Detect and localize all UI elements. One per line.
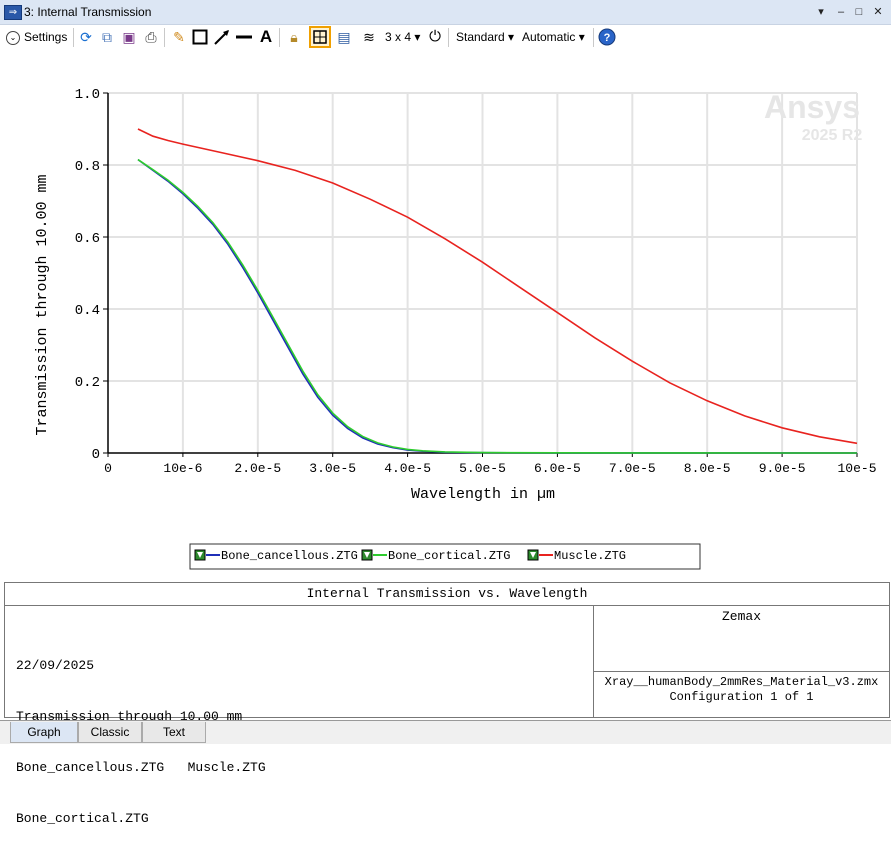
x-tick-label: 5.0e-5 <box>459 461 506 476</box>
grid <box>108 92 858 453</box>
info-config: Configuration 1 of 1 <box>669 690 814 704</box>
watermark-brand: Ansys <box>764 89 860 125</box>
info-company: Zemax <box>721 609 761 624</box>
info-line3: Bone_cortical.ZTG <box>16 811 149 826</box>
watermark-version: 2025 R2 <box>802 127 863 144</box>
rectangle-icon[interactable] <box>191 27 209 47</box>
standard-label: Standard <box>456 30 505 44</box>
tab-graph[interactable]: Graph <box>10 722 78 743</box>
toolbar: ⌄ Settings ⟳ ⧉ ▣ ⎙ ✎ A 🔒︎ ▤ ≋ 3 x 4 ▾ ⏻ S… <box>0 25 891 50</box>
svg-text:?: ? <box>604 32 611 44</box>
window-icon[interactable]: ▤ <box>335 27 353 47</box>
automatic-label: Automatic <box>522 30 576 44</box>
window-titlebar: ⇒ 3: Internal Transmission ▾ – □ ✕ <box>0 0 891 25</box>
lock-icon[interactable]: 🔒︎ <box>285 27 303 47</box>
window-title: 3: Internal Transmission <box>24 5 152 19</box>
window-menu-icon[interactable]: ▾ <box>814 4 828 20</box>
series-line <box>137 128 858 445</box>
x-tick-label: 7.0e-5 <box>609 461 656 476</box>
maximize-button[interactable]: □ <box>852 4 866 20</box>
arrow-icon[interactable] <box>213 27 231 47</box>
info-date: 22/09/2025 <box>16 658 95 673</box>
info-header: Internal Transmission vs. Wavelength <box>5 583 889 606</box>
y-tick-label: 1.0 <box>75 87 100 103</box>
power-icon[interactable]: ⏻ <box>426 27 444 47</box>
copy-icon[interactable]: ⧉ <box>98 27 116 47</box>
line-icon[interactable] <box>235 27 253 47</box>
pencil-icon[interactable]: ✎ <box>170 27 188 47</box>
help-icon[interactable]: ? <box>598 27 616 47</box>
x-tick-label: 4.0e-5 <box>384 461 431 476</box>
y-axis-label: Transmission through 10.00 mm <box>34 174 51 435</box>
info-divider <box>594 671 889 672</box>
tab-classic[interactable]: Classic <box>78 722 142 743</box>
minimize-button[interactable]: – <box>834 4 848 20</box>
y-tick-label: 0.4 <box>75 303 100 319</box>
x-axis-label: Wavelength in µm <box>411 486 555 503</box>
info-file: Xray__humanBody_2mmRes_Material_v3.zmx <box>604 675 879 689</box>
legend-label: Muscle.ZTG <box>554 549 626 563</box>
settings-button[interactable]: ⌄ Settings <box>6 27 67 47</box>
series-line <box>137 158 857 454</box>
x-tick-label: 3.0e-5 <box>309 461 356 476</box>
toolbar-separator <box>279 28 280 47</box>
standard-dropdown[interactable]: Standard ▾ <box>456 27 514 47</box>
info-panel: Internal Transmission vs. Wavelength 22/… <box>4 582 890 826</box>
tab-text[interactable]: Text <box>142 722 206 743</box>
save-icon[interactable]: ▣ <box>120 27 138 47</box>
toolbar-separator <box>73 28 74 47</box>
refresh-icon[interactable]: ⟳ <box>77 27 95 47</box>
x-tick-label: 9.0e-5 <box>759 461 806 476</box>
legend-label: Bone_cancellous.ZTG <box>221 549 358 563</box>
series-line <box>137 158 857 454</box>
layout-label: 3 x 4 <box>385 30 412 44</box>
y-tick-label: 0.2 <box>75 375 100 391</box>
y-tick-label: 0 <box>92 447 100 463</box>
tick-labels: 0 0.2 0.4 0.6 0.8 1.0 0 10e-6 2.0e-5 3.0e-5 4.0e-5… <box>75 87 877 476</box>
text-annotation-icon[interactable]: A <box>257 27 275 47</box>
x-tick-label: 6.0e-5 <box>534 461 581 476</box>
settings-label: Settings <box>24 30 68 44</box>
toolbar-separator <box>448 28 449 47</box>
legend: Bone_cancellous.ZTG Bone_cortical.ZTG Musc… <box>189 543 701 570</box>
legend-label: Bone_cortical.ZTG <box>388 549 510 563</box>
print-icon[interactable]: ⎙ <box>142 27 160 47</box>
watermark: Ansys 2025 R2 <box>764 89 862 144</box>
transmission-chart: Ansys 2025 R2 0 0.2 0.4 0.6 0.8 1.0 0 10e-6 2.0e… <box>34 87 877 570</box>
chevron-down-icon: ⌄ <box>6 30 20 45</box>
x-tick-label: 0 <box>104 461 112 476</box>
fit-window-icon[interactable] <box>309 26 331 48</box>
y-tick-label: 0.8 <box>75 159 100 175</box>
toolbar-separator <box>593 28 594 47</box>
series <box>137 128 858 454</box>
close-button[interactable]: ✕ <box>871 4 885 20</box>
toolbar-separator <box>164 28 165 47</box>
layers-icon[interactable]: ≋ <box>360 27 378 47</box>
x-tick-label: 8.0e-5 <box>684 461 731 476</box>
automatic-dropdown[interactable]: Automatic ▾ <box>522 27 585 47</box>
y-tick-label: 0.6 <box>75 231 100 247</box>
view-tabs: Graph Classic Text <box>0 720 891 744</box>
chart-area: Ansys 2025 R2 0 0.2 0.4 0.6 0.8 1.0 0 10e-6 2.0e… <box>0 50 891 580</box>
layout-dropdown[interactable]: 3 x 4 ▾ <box>385 27 420 47</box>
x-tick-label: 2.0e-5 <box>234 461 281 476</box>
x-tick-label: 10e-6 <box>163 461 202 476</box>
window-app-icon: ⇒ <box>4 5 22 20</box>
info-line2: Bone_cancellous.ZTG Muscle.ZTG <box>16 760 266 775</box>
x-tick-label: 10e-5 <box>837 461 876 476</box>
axes <box>103 92 858 457</box>
